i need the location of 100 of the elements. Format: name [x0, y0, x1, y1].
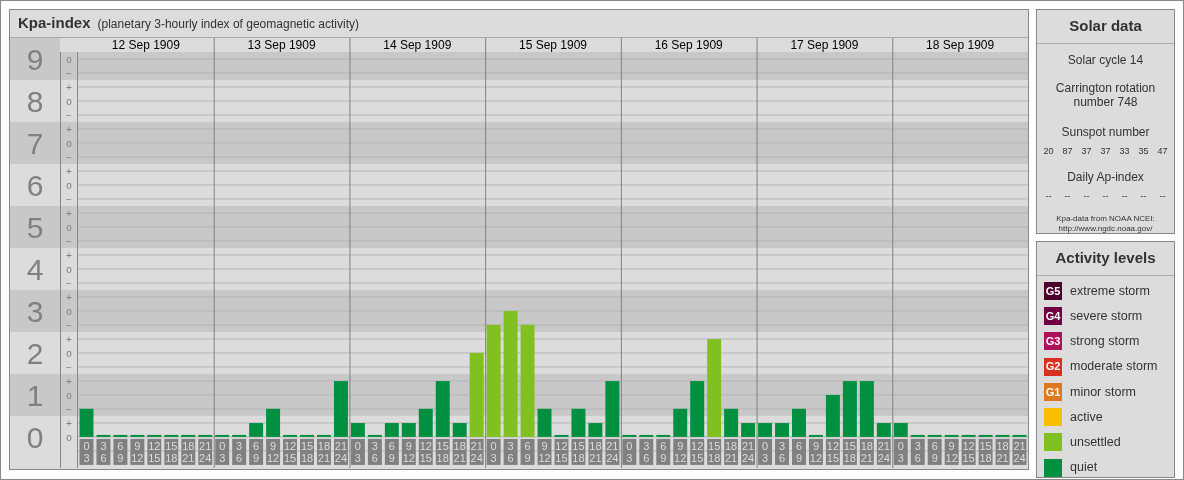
- kp-bar: [147, 434, 162, 437]
- scale-mark: −: [66, 152, 72, 163]
- ap-index-value: --: [1045, 190, 1052, 203]
- scale-mark: o: [66, 54, 72, 65]
- kp-bar: [978, 434, 993, 437]
- level-label: active: [1070, 408, 1103, 426]
- day-label: 16 Sep 1909: [654, 38, 723, 52]
- ap-index-label: Daily Ap-index: [1067, 169, 1144, 186]
- level-swatch: G1: [1044, 382, 1062, 401]
- scale-mark: +: [66, 124, 72, 135]
- day-label: 12 Sep 1909: [111, 38, 180, 52]
- kp-bar: [690, 381, 705, 437]
- scale-mark: −: [66, 193, 72, 205]
- scale-mark: +: [66, 417, 72, 429]
- day-label: 18 Sep 1909: [926, 38, 995, 52]
- hour-range-label: 3 6: [639, 438, 654, 465]
- x-tick-label: 0 3: [626, 439, 633, 464]
- kp-bar: [605, 381, 620, 437]
- kp-level-label: 7: [26, 127, 44, 160]
- kp-bar: [673, 408, 688, 437]
- kp-bar: [571, 408, 586, 437]
- hour-range-label: 15 18: [164, 438, 179, 465]
- ap-index-value: --: [1121, 190, 1128, 203]
- kp-bar: [927, 434, 942, 437]
- sunspot-value: 37: [1081, 144, 1092, 158]
- scale-mark: −: [66, 403, 72, 415]
- sunspot-value: 87: [1062, 144, 1073, 158]
- ap-index-value: --: [1159, 190, 1166, 203]
- hour-range-label: 6 9: [113, 438, 128, 465]
- hour-range-label: 6 9: [656, 438, 671, 465]
- kp-level-label: 3: [26, 294, 44, 328]
- kp-bar: [944, 434, 959, 437]
- hour-range-label: 9 12: [130, 438, 145, 465]
- hour-range-label: 0 3: [622, 438, 637, 465]
- panel-title: Activity levels: [1037, 242, 1174, 276]
- kp-bar: [266, 408, 281, 437]
- sunspot-value: 20: [1043, 144, 1054, 158]
- hour-range-label: 9 12: [673, 438, 688, 465]
- x-tick-label: 0 3: [490, 439, 497, 464]
- sunspot-value: 47: [1157, 144, 1168, 158]
- kp-level-label: 5: [26, 210, 44, 244]
- hour-range-label: 15 18: [707, 438, 722, 465]
- sunspot-value: 37: [1100, 144, 1111, 158]
- x-tick-label: 0 3: [761, 439, 769, 464]
- scale-mark: +: [66, 249, 72, 261]
- hour-range-label: 3 6: [775, 438, 789, 465]
- x-tick-label: 3 6: [914, 439, 921, 464]
- scale-mark: −: [66, 277, 72, 289]
- x-tick-label: 0 3: [83, 439, 90, 464]
- scale-mark: −: [66, 319, 72, 331]
- kp-level-label: 8: [26, 85, 44, 118]
- scale-mark: −: [66, 68, 72, 79]
- scale-mark: −: [66, 361, 72, 373]
- x-tick-label: 0 3: [219, 439, 226, 464]
- scale-mark: o: [66, 431, 72, 443]
- kp-bar: [724, 408, 739, 437]
- x-tick-label: 3 6: [507, 439, 514, 464]
- kp-bar: [588, 423, 603, 437]
- scale-mark: +: [66, 291, 72, 303]
- kp-bar: [995, 434, 1010, 437]
- scale-mark: o: [66, 96, 72, 107]
- chart-subtitle: (planetary 3-hourly index of geomagnetic activity): [97, 15, 359, 33]
- ap-index-value: --: [1083, 190, 1090, 203]
- data-source-note: Kpa-data from NOAA NCEI: http://www.ngdc.noaa.gov/: [1056, 213, 1155, 234]
- hour-range-label: 0 3: [215, 438, 230, 465]
- day-label: 15 Sep 1909: [518, 38, 588, 52]
- level-label: extreme storm: [1070, 282, 1150, 300]
- kp-bar: [792, 408, 806, 437]
- x-tick-label: 6 9: [253, 439, 260, 464]
- hour-range-label: 12 15: [147, 438, 162, 465]
- kp-level-label: 6: [26, 168, 44, 202]
- hour-range-label: 21 24: [198, 438, 213, 465]
- kp-bar: [300, 434, 314, 437]
- hour-range-label: 3 6: [96, 438, 111, 465]
- kp-bar: [113, 434, 128, 437]
- level-label: minor storm: [1070, 383, 1136, 401]
- kp-level-label: 0: [26, 420, 44, 454]
- x-tick-label: 0 3: [897, 439, 904, 464]
- kp-bar: [622, 434, 637, 437]
- scale-mark: +: [66, 333, 72, 345]
- kp-bar: [775, 423, 789, 437]
- kp-bar: [215, 434, 230, 437]
- x-tick-label: 6 9: [388, 439, 395, 464]
- kp-bar: [1012, 434, 1027, 437]
- hour-range-label: 21 24: [741, 438, 756, 465]
- kp-bar: [198, 434, 213, 437]
- scale-mark: o: [66, 347, 72, 359]
- ap-index-value: --: [1102, 190, 1109, 203]
- x-tick-label: 6 9: [931, 439, 938, 464]
- level-swatch: G5: [1044, 281, 1062, 300]
- hour-range-label: 18 21: [181, 438, 196, 465]
- kp-bar: [164, 434, 179, 437]
- hour-range-label: 18 21: [588, 438, 603, 465]
- scale-mark: o: [66, 179, 72, 191]
- hour-range-label: 12 15: [690, 438, 705, 465]
- scale-mark: +: [66, 207, 72, 219]
- hour-range-label: 21 24: [605, 438, 620, 465]
- kp-bar: [758, 423, 773, 437]
- x-tick-label: 6 9: [524, 439, 531, 464]
- kp-bar: [656, 434, 671, 437]
